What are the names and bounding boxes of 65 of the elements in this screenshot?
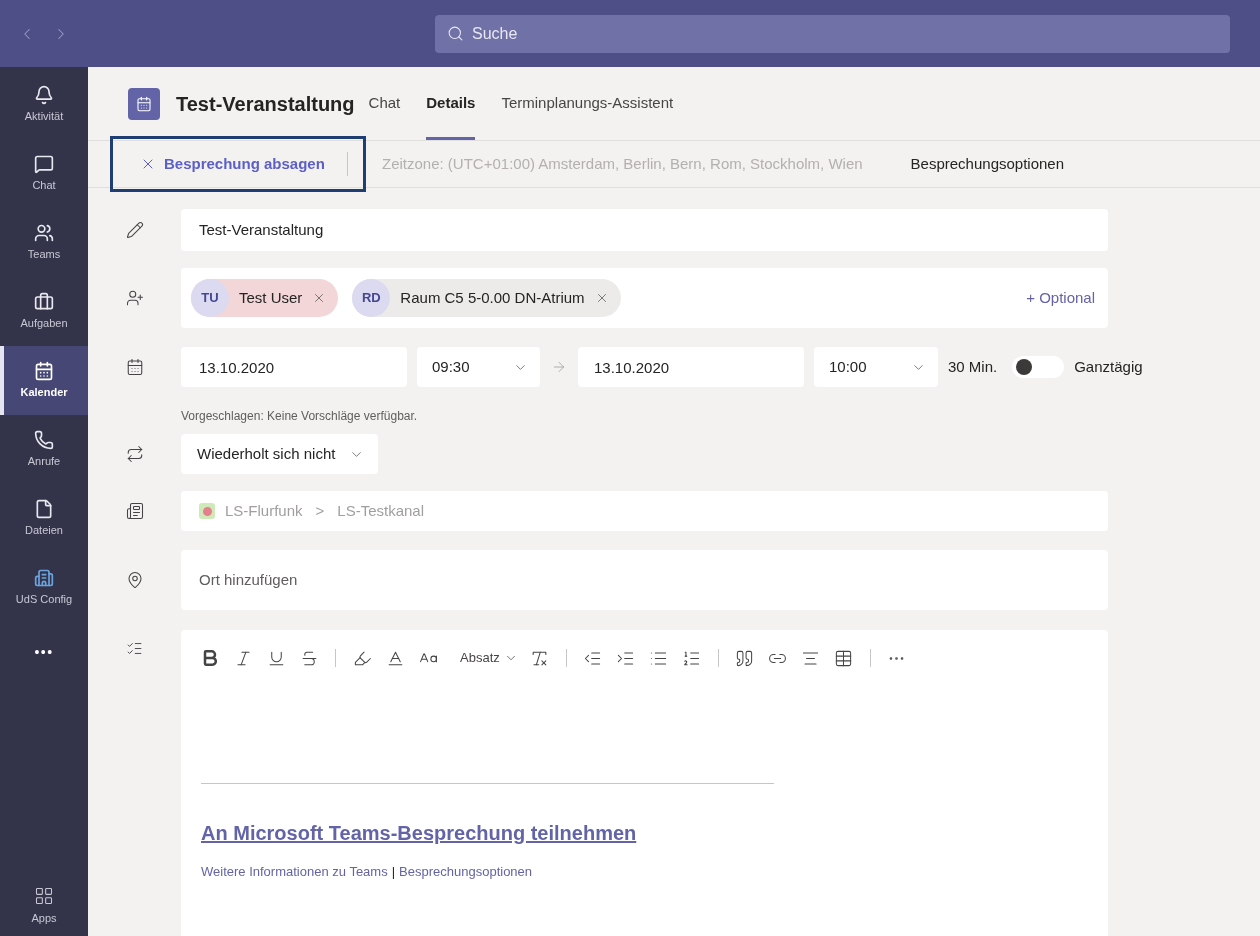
file-icon: [34, 498, 54, 519]
rail-item[interactable]: Dateien: [0, 484, 88, 553]
title-field[interactable]: Test-Veranstaltung: [181, 209, 1108, 251]
repeat-dropdown[interactable]: Wiederholt sich nicht: [181, 434, 379, 474]
meeting-options-link[interactable]: Besprechungsoptionen: [399, 862, 533, 882]
more-apps-button[interactable]: •••: [0, 622, 88, 682]
apps-button[interactable]: Apps: [0, 876, 88, 936]
attendee-name: Raum C5 5-0.00 DN-Atrium: [400, 287, 585, 308]
search-placeholder: Suche: [472, 23, 518, 44]
end-date-field[interactable]: 13.10.2020: [578, 347, 804, 387]
meeting-options-link[interactable]: Besprechungsoptionen: [910, 152, 1065, 176]
rail-item[interactable]: Kalender: [0, 346, 88, 415]
rail-item[interactable]: Aufgaben: [0, 277, 88, 346]
event-title: Test-Veranstaltung: [176, 91, 355, 117]
apps-grid-icon: [34, 885, 54, 906]
start-time-dropdown[interactable]: 09:30: [417, 347, 540, 387]
bell-icon: [34, 84, 54, 105]
chat-icon: [34, 153, 54, 174]
repeat-icon: [125, 445, 144, 463]
attendee-chip[interactable]: TU Test User: [191, 279, 339, 317]
rail-item[interactable]: Anrufe: [0, 415, 88, 484]
calendar-icon: [125, 358, 144, 376]
channel-name: LS-Testkanal: [337, 500, 424, 521]
link-divider: |: [391, 863, 396, 881]
tab[interactable]: Chat: [368, 67, 401, 140]
paragraph-style-dropdown[interactable]: Absatz: [460, 648, 518, 668]
people-icon: [34, 222, 54, 243]
team-name: LS-Flurfunk: [225, 500, 303, 521]
event-tile-icon: [128, 87, 160, 120]
duration-text: 30 Min.: [948, 356, 998, 377]
suggestion-text: Vorgeschlagen: Keine Vorschläge verfügbar.: [181, 409, 418, 423]
building-icon: [34, 567, 54, 588]
optional-link[interactable]: + Optional: [1026, 286, 1098, 310]
timezone-text: Zeitzone: (UTC+01:00) Amsterdam, Berlin, Bern, Rom, Stockholm, Wien: [382, 153, 863, 174]
tab[interactable]: Details: [426, 67, 476, 140]
cancel-meeting-button[interactable]: Besprechung absagen: [128, 146, 337, 182]
attendee-name: Test User: [239, 287, 303, 308]
location-field[interactable]: Ort hinzufügen: [181, 550, 1108, 610]
pencil-icon: [125, 221, 144, 239]
description-editor[interactable]: Absatz An Microsoft Teams-Besprechung teilnehmen Weitere Informationen zu Teams | Besprechungsoptionen: [181, 630, 1108, 936]
calendar-icon: [34, 360, 54, 381]
attendees-field[interactable]: TU Test User RD Raum C5 5-0.00 DN-Atrium + Optional: [181, 268, 1108, 328]
avatar: RD: [352, 279, 391, 317]
rail-item[interactable]: Chat: [0, 139, 88, 208]
tab[interactable]: Terminplanungs-Assistent: [501, 67, 674, 140]
all-day-toggle[interactable]: [1012, 356, 1065, 378]
rail-item[interactable]: UdS Config: [0, 553, 88, 622]
breadcrumb-separator: >: [315, 500, 325, 521]
details-list-icon: [126, 640, 143, 657]
rail-item[interactable]: Aktivität: [0, 70, 88, 139]
location-pin-icon: [125, 571, 144, 589]
avatar: TU: [191, 279, 229, 317]
search-icon: [447, 25, 464, 42]
end-time-dropdown[interactable]: 10:00: [814, 347, 938, 387]
team-logo-icon: [199, 503, 215, 519]
join-meeting-link[interactable]: An Microsoft Teams-Besprechung teilnehmen: [201, 822, 637, 844]
teams-info-link[interactable]: Weitere Informationen zu Teams: [201, 862, 388, 882]
search-field[interactable]: Suche: [435, 14, 1230, 53]
all-day-label: Ganztägig: [1074, 356, 1143, 377]
add-person-icon: [125, 289, 144, 307]
attendee-chip[interactable]: RD Raum C5 5-0.00 DN-Atrium: [352, 279, 621, 317]
channel-icon: [125, 502, 144, 520]
start-date-field[interactable]: 13.10.2020: [181, 347, 407, 387]
rail-item[interactable]: Teams: [0, 208, 88, 277]
phone-icon: [34, 429, 54, 450]
